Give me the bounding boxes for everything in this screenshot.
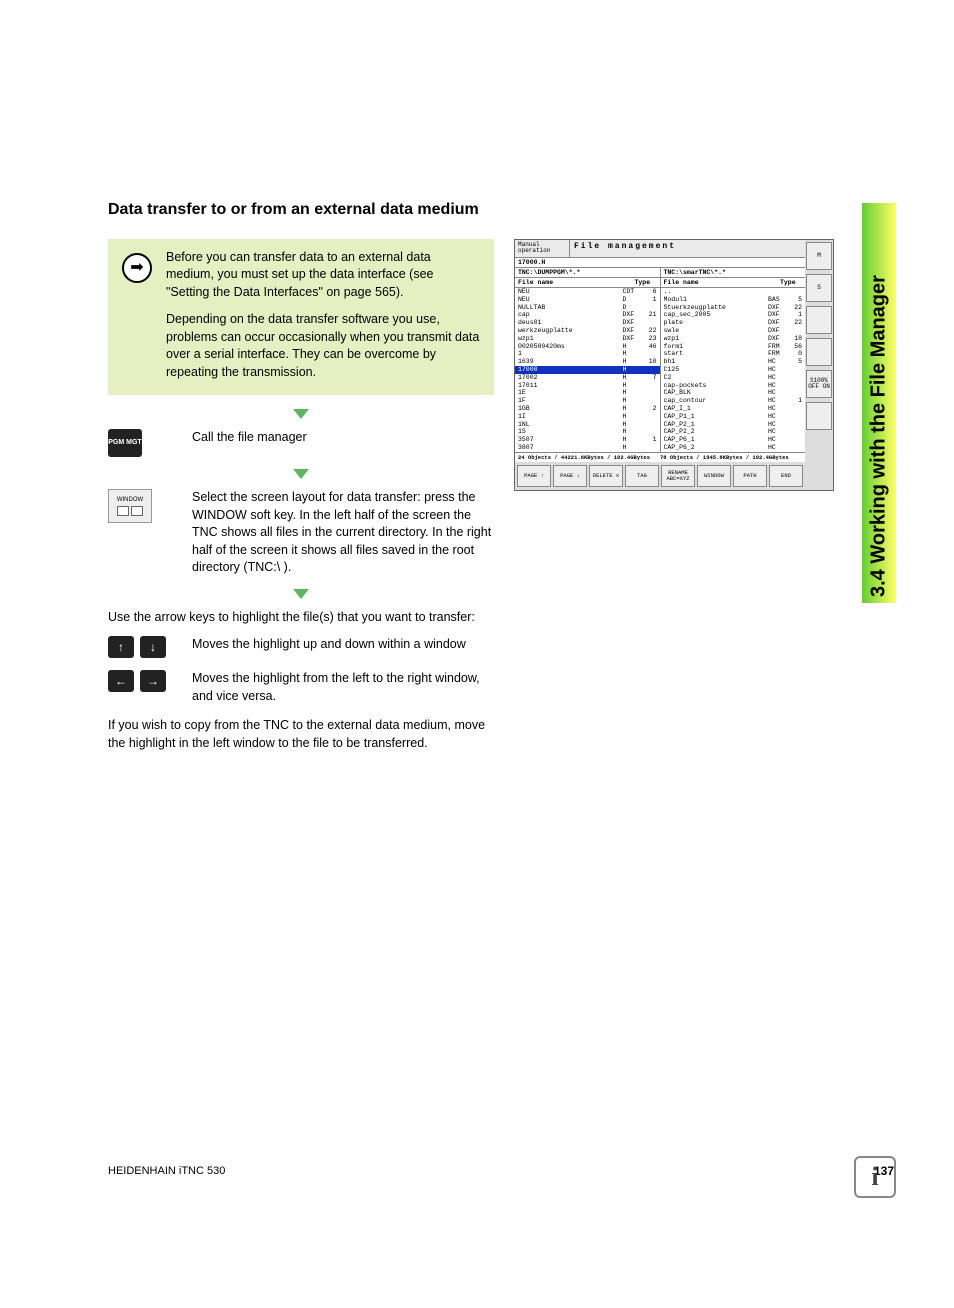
softkey-button[interactable]: PATH: [733, 465, 767, 487]
table-row[interactable]: 1SH: [515, 428, 660, 436]
note-box: ➡ Before you can transfer data to an ext…: [108, 239, 494, 396]
table-row[interactable]: deus01DXF: [515, 319, 660, 327]
table-row[interactable]: 1FH: [515, 397, 660, 405]
table-row[interactable]: CAP_P1_1HC: [661, 413, 806, 421]
table-row[interactable]: 17000H: [515, 366, 660, 374]
softkey-button[interactable]: PAGE ↓: [553, 465, 587, 487]
table-row[interactable]: CAP_I_1HC: [661, 405, 806, 413]
step-arrows-updown: ↑ ↓ Moves the highlight up and down with…: [108, 636, 494, 658]
sidebar-button[interactable]: [806, 306, 832, 334]
softkey-button[interactable]: END: [769, 465, 803, 487]
softkey-button[interactable]: RENAME ABC=XYZ: [661, 465, 695, 487]
table-row[interactable]: CAP_P6_1HC: [661, 436, 806, 444]
arrow-right-key-icon: →: [140, 670, 166, 692]
table-row[interactable]: Modul1BAS5: [661, 296, 806, 304]
table-row[interactable]: wzp1DXF18: [661, 335, 806, 343]
right-sidebar: MS S100% OFF ON: [805, 240, 833, 490]
step-arrows-leftright: ← → Moves the highlight from the left to…: [108, 670, 494, 705]
table-row[interactable]: C2HC: [661, 374, 806, 382]
sidebar-button[interactable]: [806, 338, 832, 366]
note-p2: Depending on the data transfer software …: [166, 311, 480, 381]
sidebar-button[interactable]: S100% OFF ON: [806, 370, 832, 398]
table-row[interactable]: plateDXF22: [661, 319, 806, 327]
mode-label: Manual operation: [515, 240, 570, 257]
sidebar-button[interactable]: M: [806, 242, 832, 270]
table-row[interactable]: cap-pocketsHC: [661, 382, 806, 390]
table-row[interactable]: CAP_P6_2HC: [661, 444, 806, 452]
table-row[interactable]: 1GBH2: [515, 405, 660, 413]
table-row[interactable]: werkzeugplatteDXF22: [515, 327, 660, 335]
pgm-mgt-key-icon: PGM MGT: [108, 429, 142, 457]
table-row[interactable]: 3807H: [515, 444, 660, 452]
right-panel[interactable]: TNC:\smarTNC\*.* File nameType ..Modul1B…: [661, 268, 806, 452]
flow-arrow-icon: [108, 469, 494, 479]
arrow-left-key-icon: ←: [108, 670, 134, 692]
page-footer: HEIDENHAIN iTNC 530 137: [108, 1164, 894, 1178]
table-row[interactable]: C125HC: [661, 366, 806, 374]
note-p1: Before you can transfer data to an exter…: [166, 249, 480, 302]
table-row[interactable]: CAP_BLKHC: [661, 389, 806, 397]
softkey-button[interactable]: TAG: [625, 465, 659, 487]
table-row[interactable]: cap_sec_2005DXF1: [661, 311, 806, 319]
table-row[interactable]: CAP_P2_2HC: [661, 428, 806, 436]
table-row[interactable]: startFRM0: [661, 350, 806, 358]
sidebar-button[interactable]: S: [806, 274, 832, 302]
softkey-button[interactable]: WINDOW: [697, 465, 731, 487]
table-row[interactable]: capDXF21: [515, 311, 660, 319]
status-bar: 24 Objects / 44221.6KBytes / 102.4GBytes…: [515, 452, 805, 462]
info-icon: i: [854, 1156, 896, 1198]
table-row[interactable]: 17002H7: [515, 374, 660, 382]
table-row[interactable]: 0020500420msH46: [515, 343, 660, 351]
table-row[interactable]: 1NLH: [515, 421, 660, 429]
paragraph: If you wish to copy from the TNC to the …: [108, 717, 494, 752]
table-row[interactable]: 1639H10: [515, 358, 660, 366]
arrow-down-key-icon: ↓: [140, 636, 166, 658]
table-row[interactable]: 17011H: [515, 382, 660, 390]
table-row[interactable]: CAP_P2_1HC: [661, 421, 806, 429]
table-row[interactable]: StuerkzeugplatteDXF22: [661, 304, 806, 312]
table-row[interactable]: bh1HC5: [661, 358, 806, 366]
flow-arrow-icon: [108, 589, 494, 599]
table-row[interactable]: NULLTABD: [515, 304, 660, 312]
footer-left: HEIDENHAIN iTNC 530: [108, 1165, 225, 1177]
table-row[interactable]: 1H: [515, 350, 660, 358]
heading: Data transfer to or from an external dat…: [108, 200, 488, 221]
window-softkey-icon: WINDOW: [108, 489, 152, 523]
table-row[interactable]: form1FRM56: [661, 343, 806, 351]
screen-title: File management: [570, 240, 805, 257]
softkey-row: PAGE ↑PAGE ↓DELETE ✕TAGRENAME ABC=XYZWIN…: [515, 462, 805, 490]
flow-arrow-icon: [108, 409, 494, 419]
table-row[interactable]: wzp1DXF23: [515, 335, 660, 343]
step-2: WINDOW Select the screen layout for data…: [108, 489, 494, 577]
table-row[interactable]: cap_contourHC1: [661, 397, 806, 405]
table-row[interactable]: 1EH: [515, 389, 660, 397]
softkey-button[interactable]: PAGE ↑: [517, 465, 551, 487]
current-file: 17000.H: [515, 258, 805, 268]
tnc-screenshot: Manual operation File management 17000.H…: [514, 239, 834, 491]
sidebar-button[interactable]: [806, 402, 832, 430]
table-row[interactable]: 1IH: [515, 413, 660, 421]
section-tab: 3.4 Working with the File Manager: [862, 203, 896, 603]
table-row[interactable]: NEUD1: [515, 296, 660, 304]
step-1: PGM MGT Call the file manager: [108, 429, 494, 457]
table-row[interactable]: swleDXF: [661, 327, 806, 335]
left-panel[interactable]: TNC:\DUMPPGM\*.* File nameType NEUCDT6NE…: [515, 268, 661, 452]
arrow-right-icon: ➡: [122, 253, 152, 283]
table-row[interactable]: ..: [661, 288, 806, 296]
table-row[interactable]: 3507H1: [515, 436, 660, 444]
table-row[interactable]: NEUCDT6: [515, 288, 660, 296]
softkey-button[interactable]: DELETE ✕: [589, 465, 623, 487]
paragraph: Use the arrow keys to highlight the file…: [108, 609, 494, 627]
arrow-up-key-icon: ↑: [108, 636, 134, 658]
